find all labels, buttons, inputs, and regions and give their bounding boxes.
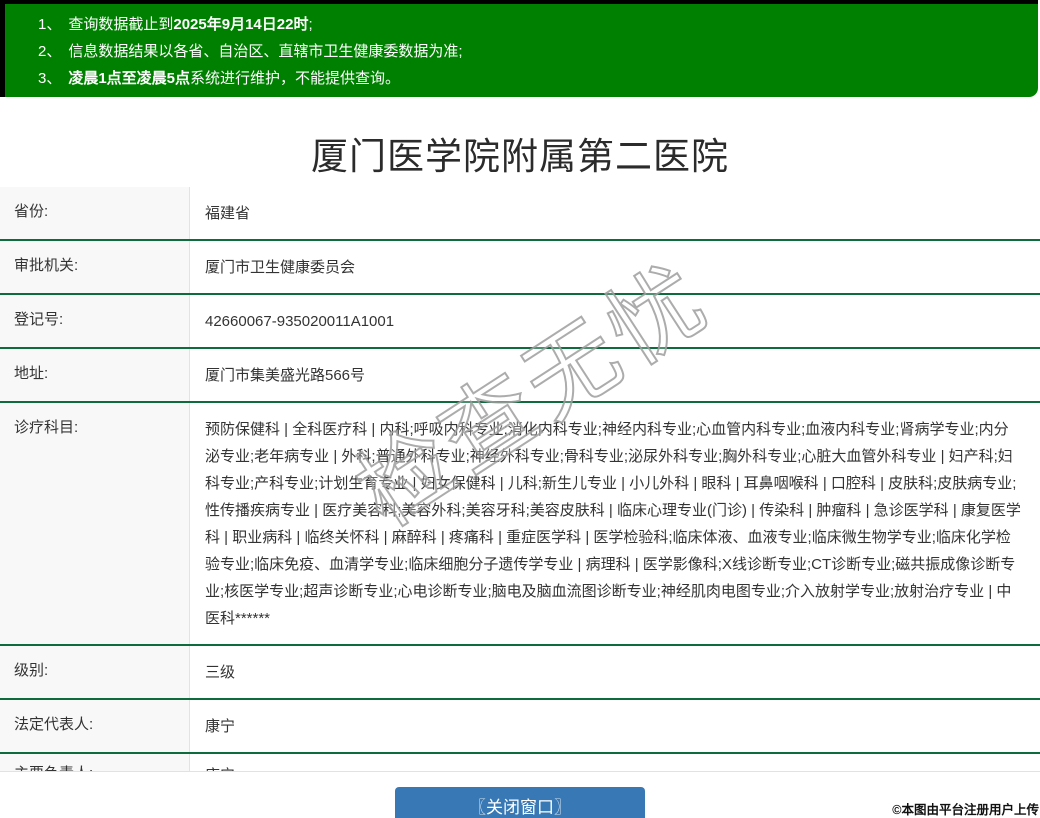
table-row-principal-clipped: 主要负责人: 康宁 — [0, 754, 1040, 771]
row-label: 登记号: — [0, 295, 190, 347]
page: 1、 查询数据截止到2025年9月14日22时; 2、 信息数据结果以各省、自治区、… — [0, 0, 1040, 818]
notice-text: 信息数据结果以各省、自治区、直辖市卫生健康委数据为准; — [68, 43, 463, 60]
notice-number: 1、 — [38, 16, 62, 33]
row-label: 主要负责人: — [0, 754, 190, 771]
notice-text-bold: 2025年9月14日22时 — [173, 16, 309, 33]
row-value: 康宁 — [190, 700, 1040, 752]
notice-text: ; — [308, 16, 313, 33]
row-value: 42660067-935020011A1001 — [190, 295, 1040, 347]
notice-banner: 1、 查询数据截止到2025年9月14日22时; 2、 信息数据结果以各省、自治区、… — [0, 0, 1038, 97]
notice-text: 查询数据截止到 — [68, 16, 174, 33]
row-value: 三级 — [190, 646, 1040, 698]
notice-number: 3、 — [38, 70, 62, 87]
row-label: 诊疗科目: — [0, 403, 190, 644]
row-label: 省份: — [0, 187, 190, 239]
table-row-level: 级别: 三级 — [0, 646, 1040, 700]
row-value: 预防保健科 | 全科医疗科 | 内科;呼吸内科专业;消化内科专业;神经内科专业;… — [190, 403, 1040, 644]
row-value: 福建省 — [190, 187, 1040, 239]
table-row-province: 省份: 福建省 — [0, 187, 1040, 241]
row-value: 康宁 — [190, 754, 1040, 771]
table-row-registration-number: 登记号: 42660067-935020011A1001 — [0, 295, 1040, 349]
copyright-stamp: ©本图由平台注册用户上传 — [892, 803, 1039, 817]
close-window-button[interactable]: 〖关闭窗口〗 — [395, 787, 645, 818]
hospital-info-table: 省份: 福建省 审批机关: 厦门市卫生健康委员会 登记号: 42660067-9… — [0, 187, 1040, 772]
row-label: 法定代表人: — [0, 700, 190, 752]
notice-line-3: 3、 凌晨1点至凌晨5点系统进行维护，不能提供查询。 — [38, 65, 1028, 92]
page-title: 厦门医学院附属第二医院 — [311, 136, 729, 177]
notice-text-bold: 凌晨1点至凌晨5点 — [68, 70, 191, 87]
row-label: 级别: — [0, 646, 190, 698]
table-row-address: 地址: 厦门市集美盛光路566号 — [0, 349, 1040, 403]
table-row-approval-authority: 审批机关: 厦门市卫生健康委员会 — [0, 241, 1040, 295]
table-row-legal-representative: 法定代表人: 康宁 — [0, 700, 1040, 754]
row-value: 厦门市集美盛光路566号 — [190, 349, 1040, 401]
table-row-medical-subjects: 诊疗科目: 预防保健科 | 全科医疗科 | 内科;呼吸内科专业;消化内科专业;神… — [0, 403, 1040, 646]
notice-line-2: 2、 信息数据结果以各省、自治区、直辖市卫生健康委数据为准; — [38, 38, 1028, 65]
row-value: 厦门市卫生健康委员会 — [190, 241, 1040, 293]
notice-number: 2、 — [38, 43, 62, 60]
notice-line-1: 1、 查询数据截止到2025年9月14日22时; — [38, 11, 1028, 38]
row-label: 地址: — [0, 349, 190, 401]
row-label: 审批机关: — [0, 241, 190, 293]
notice-text: 系统进行维护，不能提供查询。 — [190, 70, 401, 87]
